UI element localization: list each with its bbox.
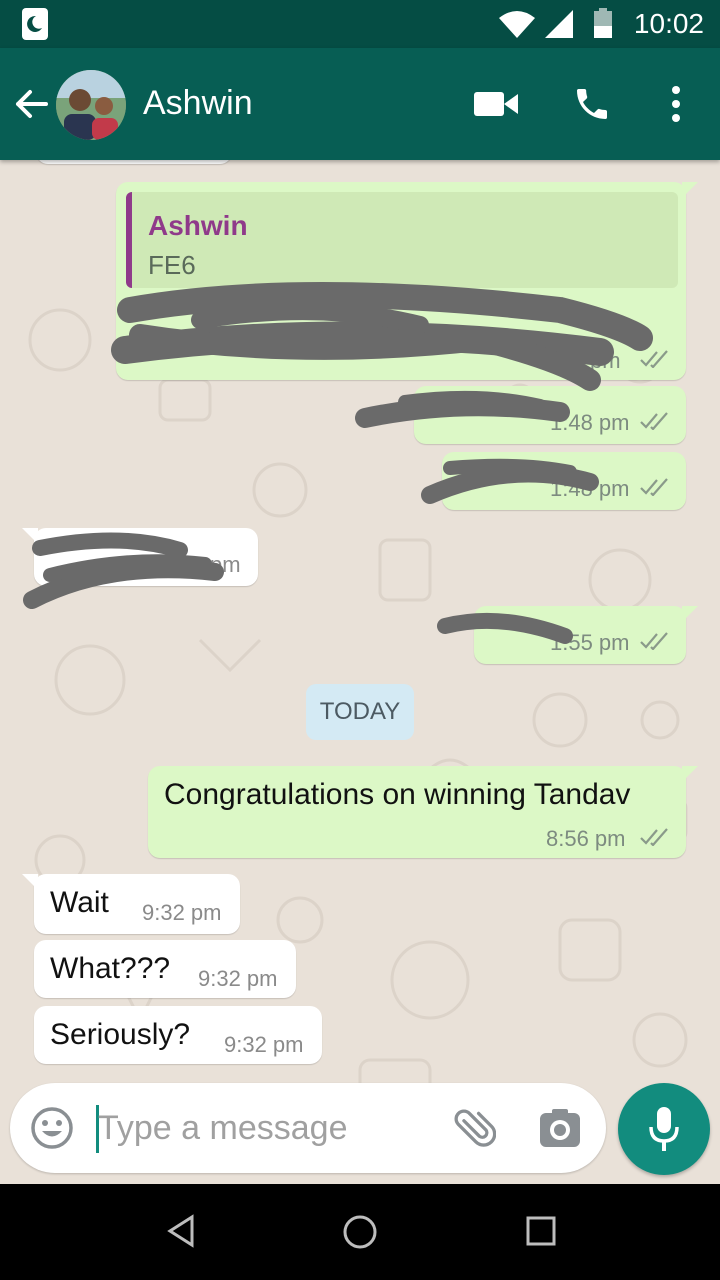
quoted-sender: Ashwin xyxy=(148,210,248,241)
message-time: 9:32 pm xyxy=(224,1032,304,1057)
quoted-text: FE6 xyxy=(148,250,196,280)
clock: 10:02 xyxy=(633,8,704,39)
message-bubble-incoming[interactable]: pm xyxy=(22,528,258,586)
battery-icon xyxy=(594,8,612,38)
double-tick-icon xyxy=(640,350,668,368)
nav-recents-icon[interactable] xyxy=(526,1216,556,1246)
nav-back-icon[interactable] xyxy=(166,1214,196,1248)
message-bubble-incoming[interactable]: Wait 9:32 pm xyxy=(22,874,240,934)
double-tick-icon xyxy=(640,632,668,650)
message-bubble-outgoing[interactable]: Ashwin FE6 pm xyxy=(116,182,698,380)
message-bubble-outgoing[interactable]: 1:55 pm xyxy=(474,606,698,664)
contact-avatar[interactable] xyxy=(56,70,126,140)
message-text: Seriously? xyxy=(50,1018,191,1051)
double-tick-icon xyxy=(640,478,668,496)
message-time: pm xyxy=(210,552,241,577)
double-tick-icon xyxy=(640,412,668,430)
message-bubble-incoming[interactable]: Seriously? 9:32 pm xyxy=(34,1006,322,1064)
message-text: What??? xyxy=(50,952,171,985)
message-time: 9:32 pm xyxy=(198,966,278,991)
message-composer xyxy=(10,1083,606,1173)
message-bubble-outgoing[interactable]: Congratulations on winning Tandav 8:56 p… xyxy=(148,766,698,858)
status-bar: 10:02 xyxy=(0,0,720,48)
wifi-icon xyxy=(499,11,535,38)
attach-icon[interactable] xyxy=(452,1107,496,1151)
message-time: 1:55 pm xyxy=(550,630,630,655)
more-options-icon[interactable] xyxy=(664,84,688,124)
message-time: 1:48 pm xyxy=(550,410,630,435)
microphone-icon xyxy=(649,1107,679,1151)
voice-record-button[interactable] xyxy=(618,1083,710,1175)
signal-icon xyxy=(545,10,573,38)
video-call-icon[interactable] xyxy=(474,90,518,118)
message-time: 1:48 pm xyxy=(550,476,630,501)
chat-area[interactable]: Ashwin FE6 pm 1:48 pm 1:48 pm pm 1:55 pm xyxy=(0,160,720,1184)
contact-name[interactable]: Ashwin xyxy=(143,84,253,123)
nav-home-icon[interactable] xyxy=(342,1214,378,1250)
chat-header: Ashwin xyxy=(0,48,720,160)
emoji-icon[interactable] xyxy=(30,1106,74,1150)
camera-icon[interactable] xyxy=(540,1109,580,1147)
do-not-disturb-icon xyxy=(22,8,48,40)
quoted-message[interactable]: Ashwin FE6 xyxy=(126,192,678,288)
message-input[interactable] xyxy=(98,1103,418,1153)
double-tick-icon xyxy=(640,828,668,846)
message-time: 8:56 pm xyxy=(546,826,626,851)
system-nav-bar xyxy=(0,1184,720,1280)
message-bubble-outgoing[interactable]: 1:48 pm xyxy=(414,386,686,444)
message-time: pm xyxy=(590,348,621,373)
voice-call-icon[interactable] xyxy=(572,84,612,124)
date-divider: TODAY xyxy=(306,684,414,740)
message-text: Congratulations on winning Tandav xyxy=(164,778,631,811)
back-arrow-icon[interactable] xyxy=(14,86,50,122)
message-bubble-partial xyxy=(36,160,232,164)
message-bubble-outgoing[interactable]: 1:48 pm xyxy=(442,452,686,510)
message-bubble-incoming[interactable]: What??? 9:32 pm xyxy=(34,940,296,998)
message-time: 9:32 pm xyxy=(142,900,222,925)
message-text: Wait xyxy=(50,886,109,919)
